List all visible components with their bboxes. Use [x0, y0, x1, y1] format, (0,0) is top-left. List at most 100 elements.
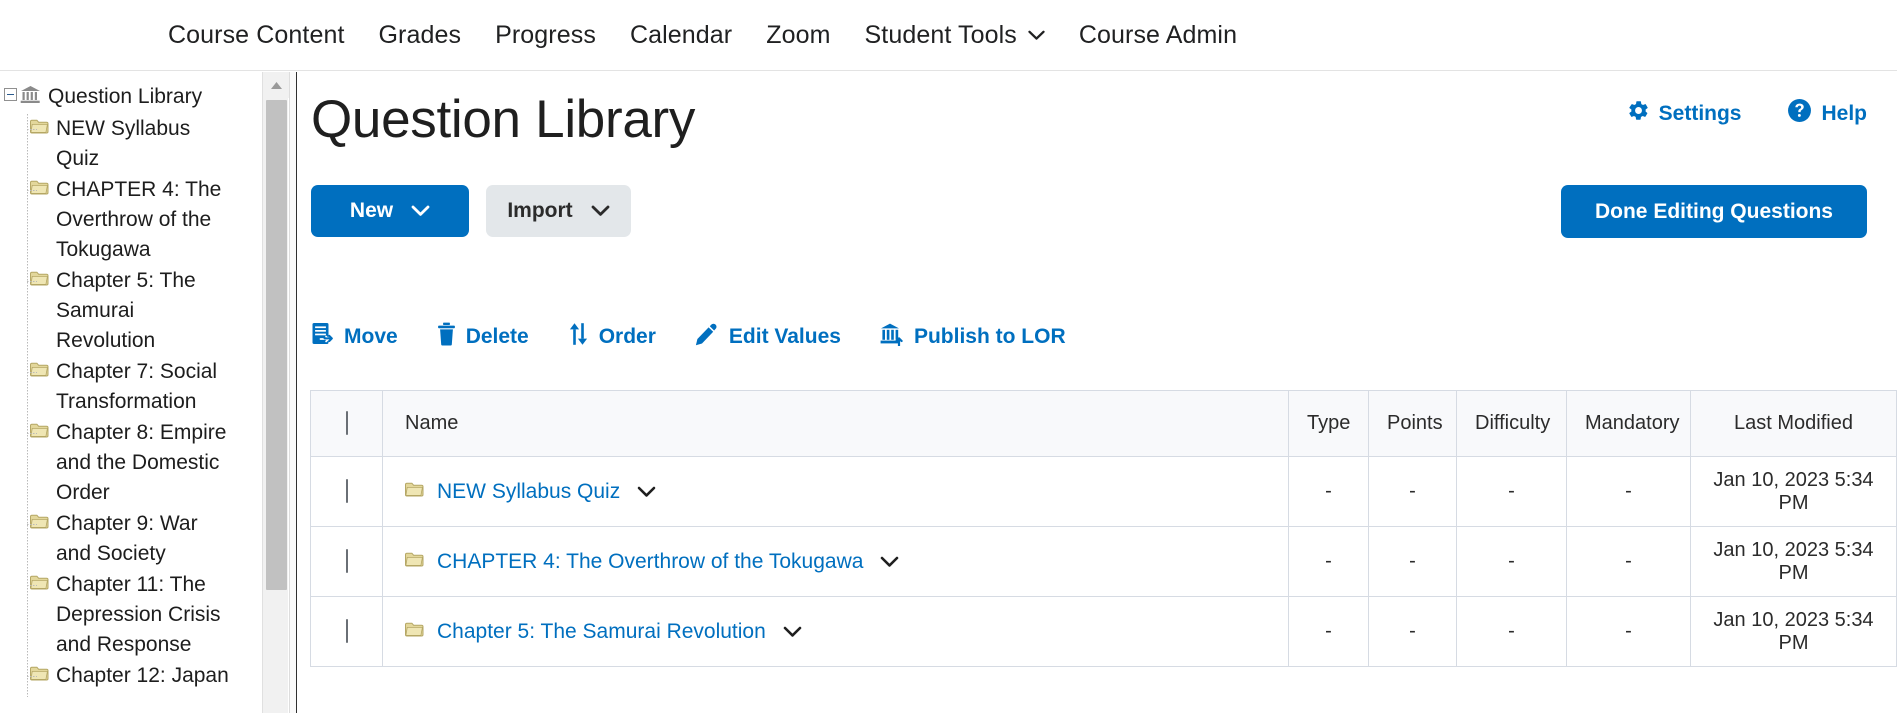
nav-item-course-content[interactable]: Course Content: [168, 21, 345, 50]
row-name-cell: NEW Syllabus Quiz: [382, 456, 1289, 527]
folder-icon: [405, 550, 424, 573]
primary-action-buttons: New Import Done Editing Questions: [298, 185, 1897, 245]
help-label: Help: [1821, 101, 1867, 125]
nav-label: Progress: [495, 20, 596, 49]
row-mandatory-cell: -: [1566, 596, 1691, 667]
column-header-type[interactable]: Type: [1288, 390, 1369, 457]
settings-label: Settings: [1658, 101, 1742, 125]
tree-item-label: Chapter 5: The Samurai Revolution: [56, 269, 196, 352]
column-header-name[interactable]: Name: [382, 390, 1289, 457]
row-difficulty-cell: -: [1456, 526, 1567, 597]
order-action[interactable]: Order: [568, 322, 656, 352]
chevron-down-icon[interactable]: [880, 556, 899, 568]
row-mandatory-cell: -: [1566, 526, 1691, 597]
edit-values-label: Edit Values: [728, 325, 841, 348]
row-checkbox[interactable]: [345, 479, 348, 503]
column-header-points[interactable]: Points: [1368, 390, 1457, 457]
row-name-cell: CHAPTER 4: The Overthrow of the Tokugawa: [382, 526, 1289, 597]
done-button-label: Done Editing Questions: [1594, 199, 1833, 223]
tree-item-chapter-8[interactable]: Chapter 8: Empire and the Domestic Order: [24, 418, 262, 508]
row-points-cell: -: [1368, 596, 1457, 667]
delete-action[interactable]: Delete: [437, 322, 529, 352]
tree-item-new-syllabus-quiz[interactable]: NEW Syllabus Quiz: [24, 114, 262, 174]
row-type-cell: -: [1288, 526, 1369, 597]
header-links: Settings Help: [1627, 98, 1867, 129]
tree-root-container: Question Library NEW Syllabus Quiz CHAPT…: [0, 72, 262, 697]
tree-item-chapter-4[interactable]: CHAPTER 4: The Overthrow of the Tokugawa: [24, 175, 262, 265]
new-button[interactable]: New: [311, 185, 469, 237]
table-row: Chapter 5: The Samurai Revolution - - - …: [310, 596, 1897, 667]
top-navigation-bar: Course Content Grades Progress Calendar …: [0, 0, 1897, 71]
nav-item-course-admin[interactable]: Course Admin: [1079, 21, 1237, 50]
new-button-label: New: [349, 199, 394, 222]
column-header-last-modified[interactable]: Last Modified: [1690, 390, 1897, 457]
row-difficulty-cell: -: [1456, 596, 1567, 667]
tree-children-list: NEW Syllabus Quiz CHAPTER 4: The Overthr…: [0, 114, 262, 697]
row-name-link[interactable]: NEW Syllabus Quiz: [437, 480, 620, 504]
tree-connector: [27, 372, 37, 373]
column-header-difficulty[interactable]: Difficulty: [1456, 390, 1567, 457]
row-points-cell: -: [1368, 526, 1457, 597]
move-label: Move: [344, 325, 398, 348]
row-name-link[interactable]: CHAPTER 4: The Overthrow of the Tokugawa: [437, 550, 863, 574]
folder-icon: [405, 480, 424, 503]
nav-item-grades[interactable]: Grades: [379, 21, 462, 50]
tree-item-label: Chapter 11: The Depression Crisis and Re…: [56, 573, 221, 656]
order-arrows-icon: [568, 322, 589, 352]
chevron-down-icon: [591, 199, 610, 223]
settings-link[interactable]: Settings: [1627, 99, 1742, 128]
row-name-cell: Chapter 5: The Samurai Revolution: [382, 596, 1289, 667]
help-link[interactable]: Help: [1787, 98, 1867, 129]
publish-to-lor-action[interactable]: Publish to LOR: [880, 322, 1066, 352]
row-last-modified-cell: Jan 10, 2023 5:34 PM: [1690, 526, 1897, 597]
nav-item-zoom[interactable]: Zoom: [766, 21, 830, 50]
tree-item-question-library[interactable]: Question Library: [0, 82, 262, 112]
collapse-minus-icon[interactable]: [4, 88, 17, 101]
select-all-checkbox[interactable]: [345, 411, 348, 435]
sidebar-scrollbar-thumb[interactable]: [266, 100, 287, 590]
row-last-modified-cell: Jan 10, 2023 5:34 PM: [1690, 456, 1897, 527]
tree-item-label: NEW Syllabus Quiz: [56, 117, 191, 170]
tree-item-chapter-11[interactable]: Chapter 11: The Depression Crisis and Re…: [24, 570, 262, 660]
scroll-up-arrow-icon[interactable]: [263, 72, 289, 98]
nav-label: Course Admin: [1078, 20, 1238, 49]
sidebar-content-divider: [289, 72, 297, 713]
table-header: Name Type Points Difficulty Mandatory La…: [310, 390, 1897, 457]
row-checkbox[interactable]: [345, 549, 348, 573]
column-header-mandatory[interactable]: Mandatory: [1566, 390, 1691, 457]
row-name-link[interactable]: Chapter 5: The Samurai Revolution: [437, 620, 766, 644]
delete-label: Delete: [465, 325, 529, 348]
nav-label: Student Tools: [864, 20, 1017, 49]
gear-icon: [1627, 99, 1650, 128]
import-button-label: Import: [507, 199, 573, 222]
row-mandatory-cell: -: [1566, 456, 1691, 527]
row-last-modified-cell: Jan 10, 2023 5:34 PM: [1690, 596, 1897, 667]
row-select-cell: [310, 526, 383, 597]
chevron-down-icon[interactable]: [637, 486, 656, 498]
chevron-down-icon: [1028, 30, 1045, 41]
edit-values-action[interactable]: Edit Values: [695, 322, 841, 352]
page-title: Question Library: [311, 90, 696, 149]
move-document-icon: [311, 322, 334, 352]
import-button[interactable]: Import: [486, 185, 631, 237]
move-action[interactable]: Move: [311, 322, 398, 352]
tree-item-chapter-7[interactable]: Chapter 7: Social Transformation: [24, 357, 262, 417]
row-difficulty-cell: -: [1456, 456, 1567, 527]
table-header-row: Name Type Points Difficulty Mandatory La…: [310, 390, 1897, 457]
tree-item-chapter-5[interactable]: Chapter 5: The Samurai Revolution: [24, 266, 262, 356]
tree-item-chapter-12[interactable]: Chapter 12: Japan: [24, 661, 262, 691]
row-select-cell: [310, 596, 383, 667]
table-body: NEW Syllabus Quiz - - - - Jan 10, 2023 5…: [310, 456, 1897, 667]
tree-root-label: Question Library: [48, 85, 203, 108]
done-editing-questions-button[interactable]: Done Editing Questions: [1560, 185, 1867, 238]
chevron-down-icon[interactable]: [783, 626, 802, 638]
tree-item-chapter-9[interactable]: Chapter 9: War and Society: [24, 509, 262, 569]
nav-item-student-tools[interactable]: Student Tools: [865, 21, 1045, 50]
tree-connector: [27, 190, 37, 191]
nav-item-calendar[interactable]: Calendar: [630, 21, 732, 50]
tree-connector: [27, 433, 37, 434]
tree-item-label: Chapter 7: Social Transformation: [56, 360, 218, 413]
sidebar-scrollbar[interactable]: [262, 72, 289, 713]
row-checkbox[interactable]: [345, 619, 348, 643]
nav-item-progress[interactable]: Progress: [495, 21, 596, 50]
